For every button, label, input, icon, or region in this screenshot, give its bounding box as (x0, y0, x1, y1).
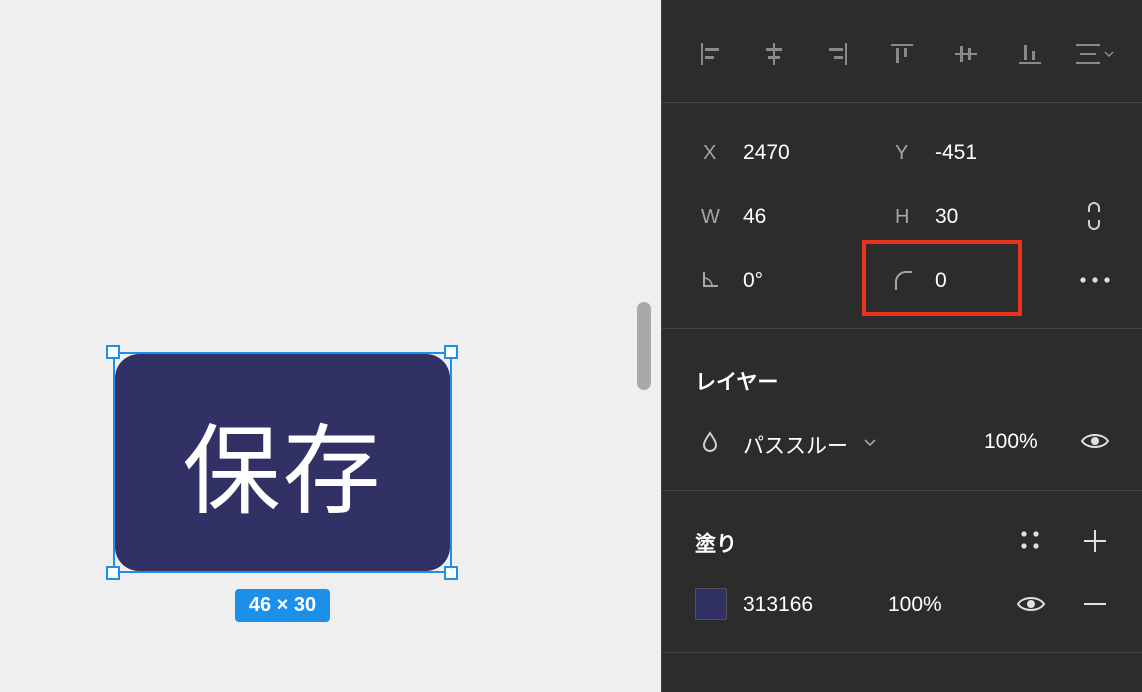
chevron-down-icon[interactable] (862, 434, 878, 450)
y-label: Y (895, 142, 909, 164)
add-fill-icon[interactable] (1081, 527, 1109, 555)
w-label: W (701, 206, 720, 228)
divider (662, 102, 1142, 103)
more-options-icon[interactable] (1078, 270, 1112, 290)
corner-radius-highlight (862, 240, 1022, 316)
properties-panel: X 2470 Y -451 W 46 H 30 0° 0 レイヤー パススルー … (661, 0, 1142, 692)
align-right-button[interactable] (820, 36, 856, 72)
divider (662, 328, 1142, 329)
align-left-button[interactable] (692, 36, 728, 72)
x-input[interactable]: 2470 (743, 141, 790, 165)
align-right-icon (829, 43, 847, 65)
align-horizontal-center-button[interactable] (756, 36, 792, 72)
vertical-scrollbar[interactable] (637, 302, 651, 390)
resize-handle-bottom-right[interactable] (444, 566, 458, 580)
resize-handle-top-right[interactable] (444, 345, 458, 359)
distribute-menu-icon (1076, 44, 1114, 64)
divider (662, 490, 1142, 491)
eye-icon[interactable] (1016, 592, 1046, 616)
fill-opacity-input[interactable]: 100% (888, 593, 942, 617)
rotation-icon (703, 272, 718, 287)
layer-opacity-input[interactable]: 100% (984, 430, 1038, 454)
x-label: X (703, 142, 717, 164)
resize-handle-top-left[interactable] (106, 345, 120, 359)
h-label: H (895, 206, 910, 228)
fill-hex-input[interactable]: 313166 (743, 593, 813, 617)
distribute-menu-button[interactable] (1072, 36, 1120, 72)
blend-mode-select[interactable]: パススルー (743, 430, 848, 460)
align-top-button[interactable] (884, 36, 920, 72)
fill-section-title: 塗り (695, 533, 737, 556)
blend-mode-drop-icon (702, 431, 718, 452)
alignment-toolbar (662, 36, 1142, 72)
constrain-proportions-icon[interactable] (1083, 200, 1105, 232)
remove-fill-icon[interactable] (1081, 590, 1109, 618)
eye-icon[interactable] (1080, 429, 1110, 453)
save-button-frame[interactable]: 保存 (115, 354, 450, 571)
align-bottom-button[interactable] (1012, 36, 1048, 72)
align-top-icon (891, 44, 913, 63)
w-input[interactable]: 46 (743, 205, 766, 229)
layer-section-title: レイヤー (695, 371, 779, 394)
styles-grid-icon[interactable] (1018, 528, 1042, 552)
h-input[interactable]: 30 (935, 205, 958, 229)
align-horizontal-center-icon (766, 43, 782, 65)
size-badge: 46 × 30 (235, 589, 330, 622)
resize-handle-bottom-left[interactable] (106, 566, 120, 580)
y-input[interactable]: -451 (935, 141, 977, 165)
align-vertical-center-icon (955, 46, 977, 62)
button-label-text: 保存 (182, 414, 383, 529)
fill-color-swatch[interactable] (695, 588, 727, 620)
align-left-icon (701, 43, 719, 65)
divider (662, 652, 1142, 653)
align-bottom-icon (1019, 45, 1041, 64)
rotation-input[interactable]: 0° (743, 269, 763, 293)
align-vertical-center-button[interactable] (948, 36, 984, 72)
canvas[interactable]: 保存 46 × 30 (0, 0, 661, 692)
